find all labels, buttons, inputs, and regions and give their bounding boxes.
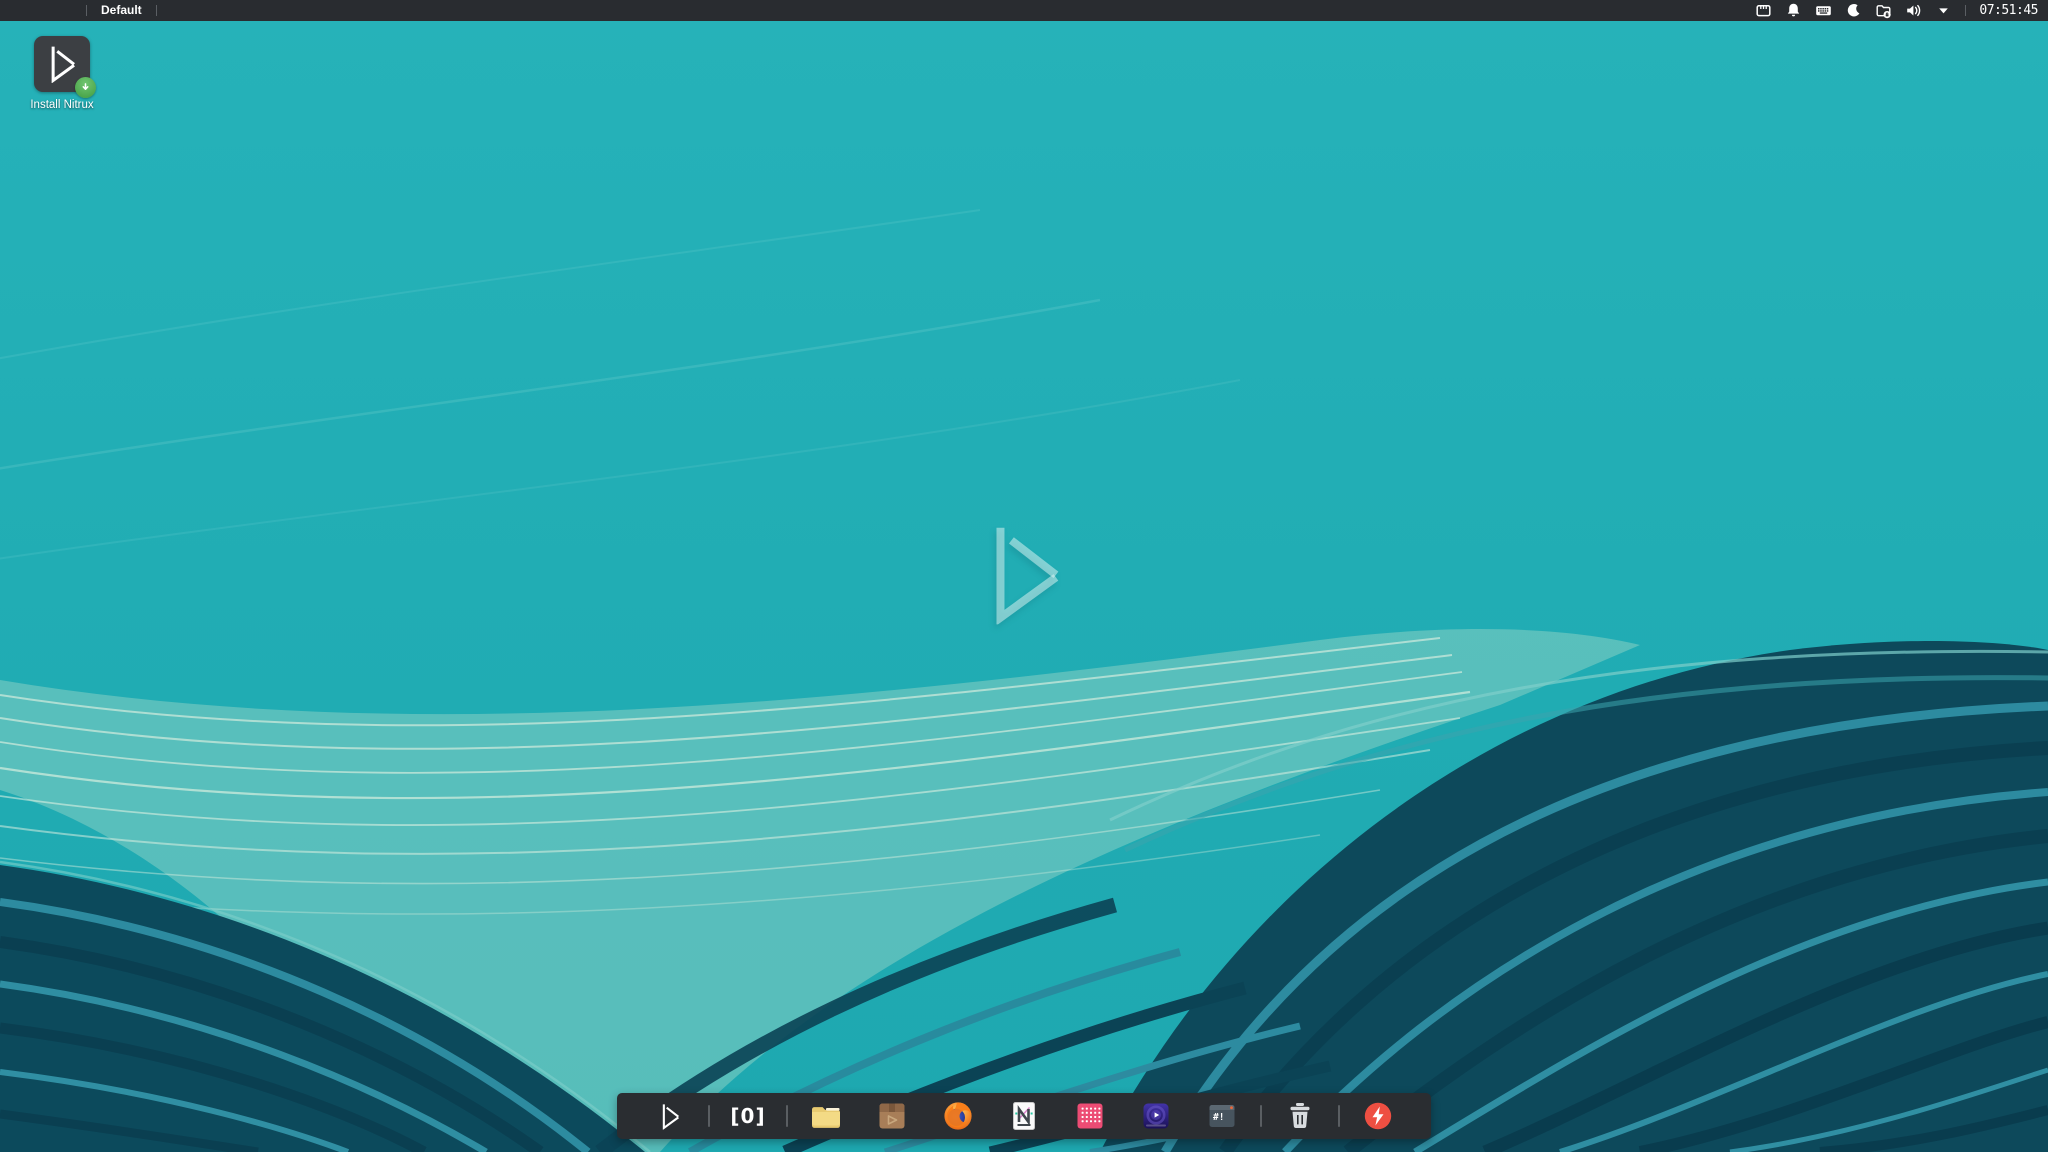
- media-player-button[interactable]: [1139, 1099, 1173, 1133]
- dock-separator: [1338, 1105, 1340, 1127]
- text-editor-button[interactable]: [1007, 1099, 1041, 1133]
- top-panel: Default: [0, 0, 2048, 21]
- expand-tray-caret-icon[interactable]: [1935, 2, 1952, 19]
- pix-icon: [1073, 1099, 1107, 1133]
- disks-devices-icon[interactable]: [1875, 2, 1892, 19]
- dock-separator: [786, 1105, 788, 1127]
- desktop[interactable]: Default: [0, 0, 2048, 1152]
- clip-icon: [1139, 1099, 1173, 1133]
- file-manager-button[interactable]: [809, 1099, 843, 1133]
- shortcut-label: Install Nitrux: [16, 99, 108, 112]
- image-viewer-button[interactable]: [1073, 1099, 1107, 1133]
- power-menu-button[interactable]: [1361, 1099, 1395, 1133]
- nitrux-logo-watermark: [982, 521, 1066, 627]
- dock-separator: [1260, 1105, 1262, 1127]
- keyboard-layout-icon[interactable]: [1815, 2, 1832, 19]
- notifications-bell-icon[interactable]: [1785, 2, 1802, 19]
- night-light-moon-icon[interactable]: [1845, 2, 1862, 19]
- system-tray: 07:51:45: [1755, 0, 2048, 21]
- terminal-button[interactable]: #!: [1205, 1099, 1239, 1133]
- dock-separator: [708, 1105, 710, 1127]
- nitrux-installer-icon: [34, 36, 90, 92]
- firefox-button[interactable]: [941, 1099, 975, 1133]
- nitrux-launcher-icon: [659, 1103, 681, 1130]
- volume-icon[interactable]: [1905, 2, 1922, 19]
- trash-button[interactable]: [1283, 1099, 1317, 1133]
- power-bolt-icon: [1361, 1099, 1395, 1133]
- dock: [0]: [617, 1093, 1431, 1139]
- download-badge-icon: [75, 77, 96, 98]
- install-nitrux-shortcut[interactable]: Install Nitrux: [16, 36, 108, 112]
- digital-clock[interactable]: 07:51:45: [1979, 3, 2038, 18]
- network-icon[interactable]: [1755, 2, 1772, 19]
- firefox-icon: [941, 1099, 975, 1133]
- software-center-button[interactable]: [875, 1099, 909, 1133]
- app-launcher-button[interactable]: [653, 1099, 687, 1133]
- folder-icon: [809, 1099, 843, 1133]
- svg-text:#!: #!: [1213, 1112, 1224, 1123]
- trash-icon: [1283, 1099, 1317, 1133]
- pager-label: [0]: [730, 1099, 765, 1133]
- virtual-desktop-pager[interactable]: [0]: [731, 1099, 765, 1133]
- station-terminal-icon: #!: [1205, 1099, 1239, 1133]
- panel-left: Default: [0, 0, 157, 21]
- package-box-icon: [875, 1099, 909, 1133]
- panel-separator: [1965, 5, 1966, 16]
- nota-icon: [1007, 1099, 1041, 1133]
- panel-separator: [156, 5, 157, 16]
- virtual-desktop-indicator[interactable]: Default: [87, 0, 156, 21]
